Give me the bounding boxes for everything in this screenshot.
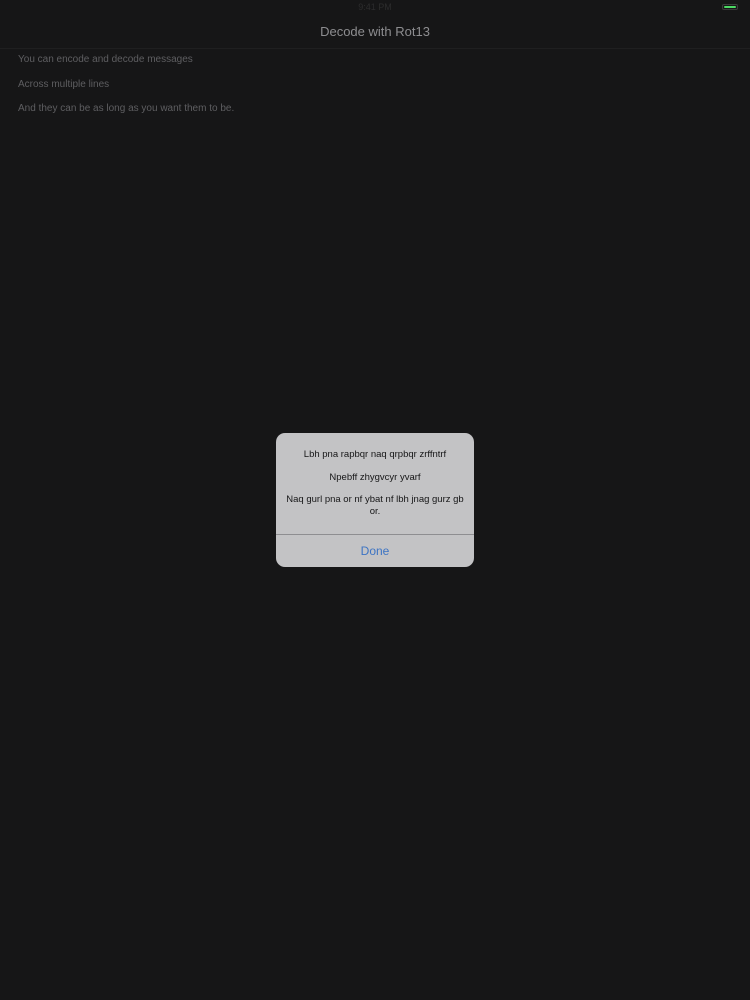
status-time: 9:41 PM	[358, 2, 392, 12]
text-line: And they can be as long as you want them…	[18, 103, 235, 114]
alert-message-line: Lbh pna rapbqr naq qrpbqr zrffntrf	[303, 449, 447, 460]
decoded-alert-dialog: Lbh pna rapbqr naq qrpbqr zrffntrf Npebf…	[276, 433, 474, 567]
alert-message-line: Npebff zhygvcyr yvarf	[329, 471, 421, 483]
text-line: You can encode and decode messages	[18, 54, 193, 65]
battery-icon	[722, 4, 738, 10]
alert-message: Lbh pna rapbqr naq qrpbqr zrffntrf Npebf…	[286, 449, 464, 517]
done-button[interactable]: Done	[276, 535, 474, 567]
message-text-view[interactable]: You can encode and decode messages Acros…	[18, 53, 718, 127]
alert-message-line: Naq gurl pna or nf ybat nf lbh jnag gurz…	[286, 494, 464, 517]
status-bar: 9:41 PM	[0, 0, 750, 14]
text-line: Across multiple lines	[18, 78, 110, 90]
battery-level	[724, 6, 736, 8]
navigation-bar: Decode with Rot13	[0, 14, 750, 49]
page-title: Decode with Rot13	[320, 24, 430, 39]
